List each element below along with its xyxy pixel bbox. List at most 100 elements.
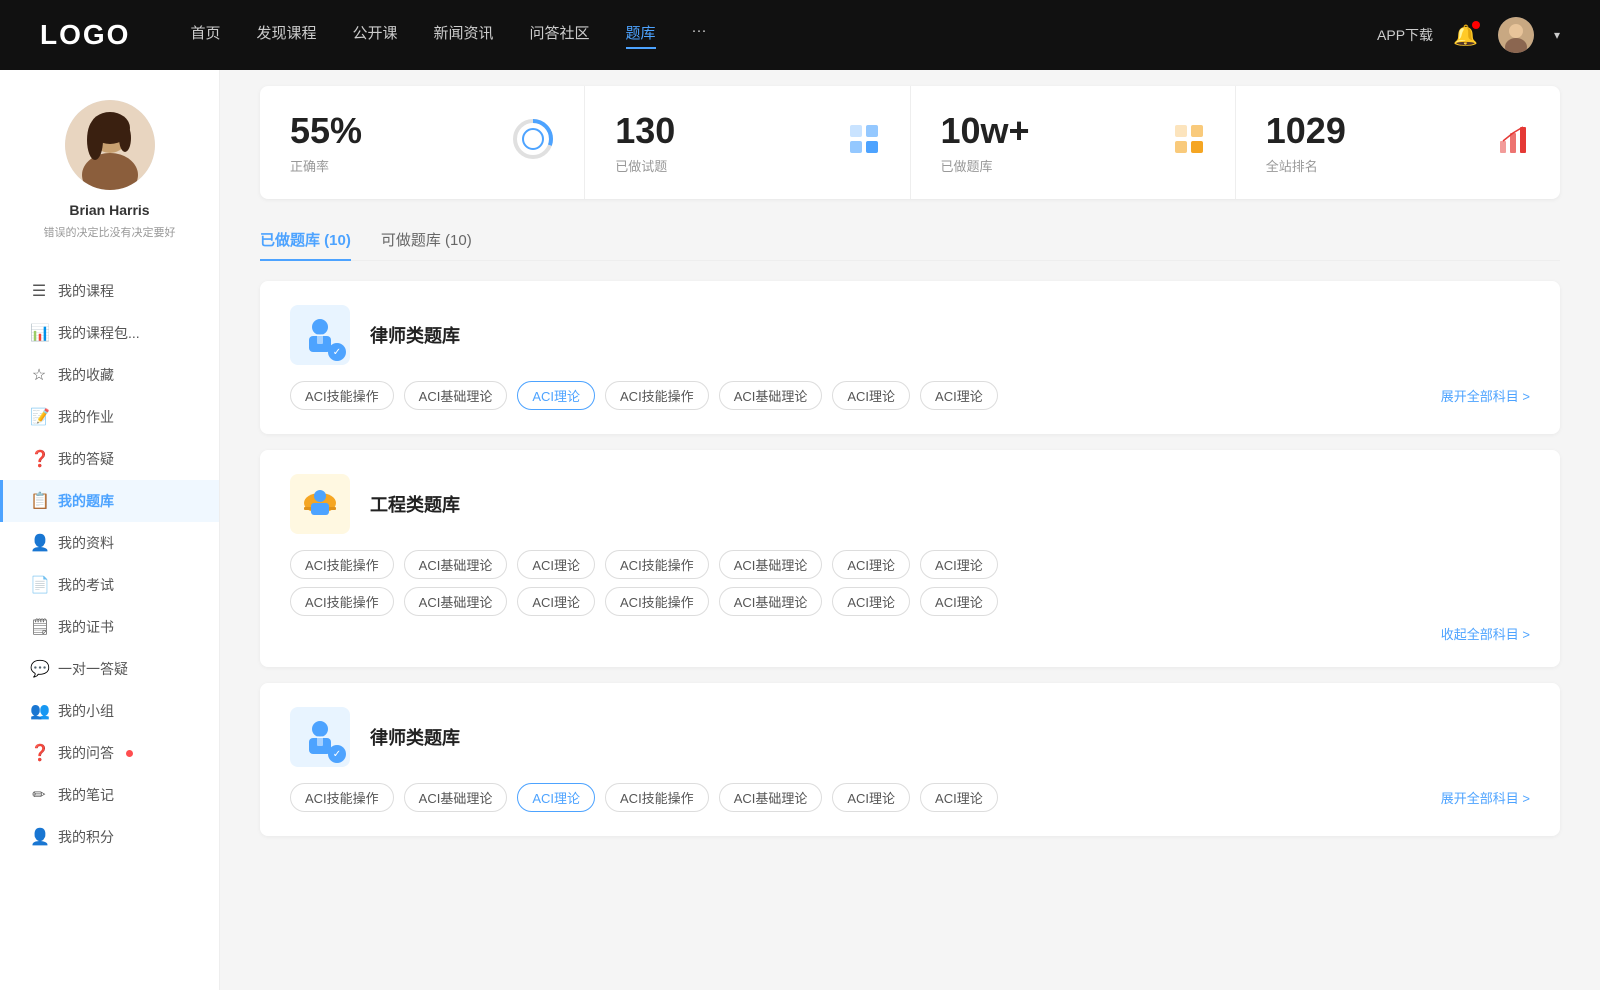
tag-item[interactable]: ACI技能操作 xyxy=(605,587,709,616)
nav-link-qa[interactable]: 问答社区 xyxy=(530,22,590,49)
nav-link-news[interactable]: 新闻资讯 xyxy=(434,22,494,49)
stats-row: 55% 正确率 130 已做试题 xyxy=(260,86,1560,199)
tag-item[interactable]: ACI基础理论 xyxy=(719,587,823,616)
tag-item[interactable]: ACI基础理论 xyxy=(404,587,508,616)
qbank-title-2: 工程类题库 xyxy=(370,491,460,517)
qbank-card-lawyer-1: ✓ 律师类题库 ACI技能操作 ACI基础理论 ACI理论 ACI技能操作 AC… xyxy=(260,281,1560,434)
stat-rank-label: 全站排名 xyxy=(1266,156,1346,175)
sidebar-item-courses[interactable]: ☰ 我的课程 xyxy=(0,270,219,312)
tag-item[interactable]: ACI理论 xyxy=(832,783,910,812)
sidebar-item-questionbank[interactable]: 📋 我的题库 xyxy=(0,480,219,522)
engineer-icon-wrap xyxy=(290,474,350,534)
tag-item[interactable]: ACI理论 xyxy=(517,587,595,616)
tag-item[interactable]: ACI基础理论 xyxy=(719,550,823,579)
app-download-button[interactable]: APP下载 xyxy=(1377,25,1433,45)
sidebar-item-exam[interactable]: 📄 我的考试 xyxy=(0,564,219,606)
stat-questions-value: 130 xyxy=(615,110,675,152)
sidebar-item-one-on-one[interactable]: 💬 一对一答疑 xyxy=(0,648,219,690)
sidebar-item-qa-mine[interactable]: ❓ 我的答疑 xyxy=(0,438,219,480)
tag-item[interactable]: ACI技能操作 xyxy=(290,381,394,410)
user-menu-chevron[interactable]: ▾ xyxy=(1554,28,1560,42)
tag-item[interactable]: ACI理论 xyxy=(832,381,910,410)
tag-item[interactable]: ACI技能操作 xyxy=(290,783,394,812)
tag-item-active[interactable]: ACI理论 xyxy=(517,381,595,410)
qa-icon: ❓ xyxy=(30,449,48,469)
stat-accuracy-value: 55% xyxy=(290,110,362,152)
tag-item[interactable]: ACI技能操作 xyxy=(290,550,394,579)
qbank-tags-1: ACI技能操作 ACI基础理论 ACI理论 ACI技能操作 ACI基础理论 AC… xyxy=(290,381,1530,410)
sidebar-item-label: 我的小组 xyxy=(58,701,114,721)
tag-item[interactable]: ACI基础理论 xyxy=(404,381,508,410)
tag-item[interactable]: ACI理论 xyxy=(920,783,998,812)
tab-available-banks[interactable]: 可做题库 (10) xyxy=(381,229,472,260)
nav-link-home[interactable]: 首页 xyxy=(190,22,220,49)
tag-item[interactable]: ACI技能操作 xyxy=(605,381,709,410)
tag-item[interactable]: ACI技能操作 xyxy=(605,550,709,579)
tag-item[interactable]: ACI理论 xyxy=(832,587,910,616)
questions-badge xyxy=(126,750,133,757)
homework-icon: 📝 xyxy=(30,407,48,427)
qbank-card-lawyer-2: ✓ 律师类题库 ACI技能操作 ACI基础理论 ACI理论 ACI技能操作 AC… xyxy=(260,683,1560,836)
sidebar-item-label: 我的证书 xyxy=(58,617,114,637)
sidebar-item-label: 我的考试 xyxy=(58,575,114,595)
tag-item[interactable]: ACI基础理论 xyxy=(719,381,823,410)
sidebar-item-profile[interactable]: 👤 我的资料 xyxy=(0,522,219,564)
tag-item[interactable]: ACI技能操作 xyxy=(605,783,709,812)
tag-item[interactable]: ACI理论 xyxy=(920,550,998,579)
tag-item[interactable]: ACI基础理论 xyxy=(719,783,823,812)
sidebar-item-group[interactable]: 👥 我的小组 xyxy=(0,690,219,732)
stat-banks-done: 10w+ 已做题库 xyxy=(911,86,1236,199)
qbank-header-2: 工程类题库 xyxy=(290,474,1530,534)
tag-item[interactable]: ACI基础理论 xyxy=(404,783,508,812)
collapse-link-2[interactable]: 收起全部科目 > xyxy=(290,624,1530,643)
group-icon: 👥 xyxy=(30,701,48,721)
stat-questions-label: 已做试题 xyxy=(615,156,675,175)
tag-item[interactable]: ACI基础理论 xyxy=(404,550,508,579)
nav-link-questionbank[interactable]: 题库 xyxy=(626,22,656,49)
sidebar-profile: Brian Harris 错误的决定比没有决定要好 xyxy=(0,100,219,260)
notification-bell[interactable]: 🔔 xyxy=(1453,23,1478,48)
sidebar-item-favorites[interactable]: ☆ 我的收藏 xyxy=(0,354,219,396)
tag-item-active-2[interactable]: ACI理论 xyxy=(517,783,595,812)
stat-rank: 1029 全站排名 xyxy=(1236,86,1560,199)
tab-done-banks[interactable]: 已做题库 (10) xyxy=(260,229,351,260)
nav-logo: LOGO xyxy=(40,19,130,51)
tag-item[interactable]: ACI理论 xyxy=(832,550,910,579)
courses-icon: ☰ xyxy=(30,281,48,301)
sidebar-item-certificate[interactable]: 🗒 我的证书 xyxy=(0,606,219,648)
tag-item[interactable]: ACI理论 xyxy=(920,381,998,410)
tag-item[interactable]: ACI理论 xyxy=(517,550,595,579)
exam-icon: 📄 xyxy=(30,575,48,595)
banks-grid-icon xyxy=(1173,123,1205,162)
points-icon: 👤 xyxy=(30,827,48,847)
sidebar-avatar xyxy=(65,100,155,190)
expand-link-3[interactable]: 展开全部科目 > xyxy=(1441,788,1530,807)
sidebar-item-label: 我的作业 xyxy=(58,407,114,427)
certificate-icon: 🗒 xyxy=(30,617,48,637)
sidebar-item-label: 一对一答疑 xyxy=(58,659,128,679)
sidebar-item-coursepack[interactable]: 📊 我的课程包... xyxy=(0,312,219,354)
tag-item[interactable]: ACI技能操作 xyxy=(290,587,394,616)
tag-item[interactable]: ACI理论 xyxy=(920,587,998,616)
user-avatar[interactable] xyxy=(1498,17,1534,53)
expand-link-1[interactable]: 展开全部科目 > xyxy=(1441,386,1530,405)
sidebar-username: Brian Harris xyxy=(20,202,199,218)
questions-grid-icon xyxy=(848,123,880,162)
sidebar-item-homework[interactable]: 📝 我的作业 xyxy=(0,396,219,438)
nav-right: APP下载 🔔 ▾ xyxy=(1377,17,1560,53)
notification-dot xyxy=(1472,21,1480,29)
sidebar-item-points[interactable]: 👤 我的积分 xyxy=(0,816,219,858)
nav-link-more[interactable]: ··· xyxy=(692,22,707,49)
qbank-header-3: ✓ 律师类题库 xyxy=(290,707,1530,767)
tabs-row: 已做题库 (10) 可做题库 (10) xyxy=(260,229,1560,261)
nav-links: 首页 发现课程 公开课 新闻资讯 问答社区 题库 ··· xyxy=(190,22,1377,49)
sidebar-item-notes[interactable]: ✏ 我的笔记 xyxy=(0,774,219,816)
qbank-tags-3: ACI技能操作 ACI基础理论 ACI理论 ACI技能操作 ACI基础理论 AC… xyxy=(290,783,1530,812)
qbank-title-1: 律师类题库 xyxy=(370,322,460,348)
accuracy-pie-icon xyxy=(512,118,554,167)
nav-link-opencourse[interactable]: 公开课 xyxy=(352,22,397,49)
oneOnOne-icon: 💬 xyxy=(30,659,48,679)
nav-link-discover[interactable]: 发现课程 xyxy=(256,22,316,49)
sidebar-item-questions[interactable]: ❓ 我的问答 xyxy=(0,732,219,774)
sidebar-item-label: 我的问答 xyxy=(58,743,114,763)
